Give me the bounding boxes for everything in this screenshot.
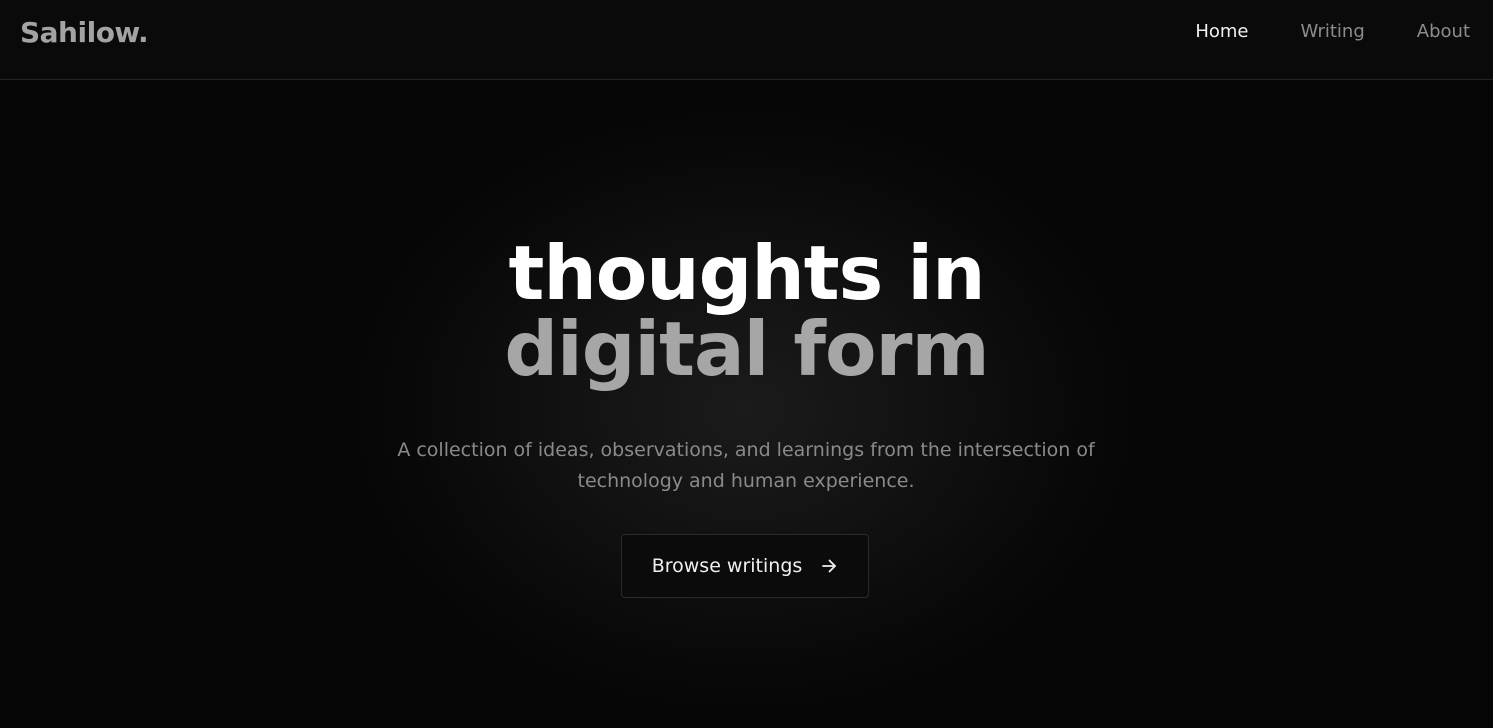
hero-section: thoughts in digital form	[0, 232, 1493, 388]
site-logo[interactable]: Sahilow.	[20, 14, 149, 52]
hero-headline-line-2: digital form	[504, 305, 989, 393]
browse-writings-button[interactable]: Browse writings	[621, 534, 869, 598]
main-nav: Home Writing About	[1195, 20, 1470, 44]
nav-item-home[interactable]: Home	[1195, 20, 1248, 44]
nav-item-writing[interactable]: Writing	[1300, 20, 1364, 44]
hero-subtitle: A collection of ideas, observations, and…	[397, 439, 1095, 492]
hero-headline-line-1: thoughts in	[508, 229, 986, 317]
arrow-right-icon	[820, 557, 838, 575]
nav-item-about[interactable]: About	[1417, 20, 1470, 44]
browse-writings-label: Browse writings	[651, 555, 803, 577]
page: Sahilow. Home Writing About thoughts in …	[0, 0, 1493, 728]
top-navigation-bar: Sahilow. Home Writing About	[0, 0, 1493, 80]
